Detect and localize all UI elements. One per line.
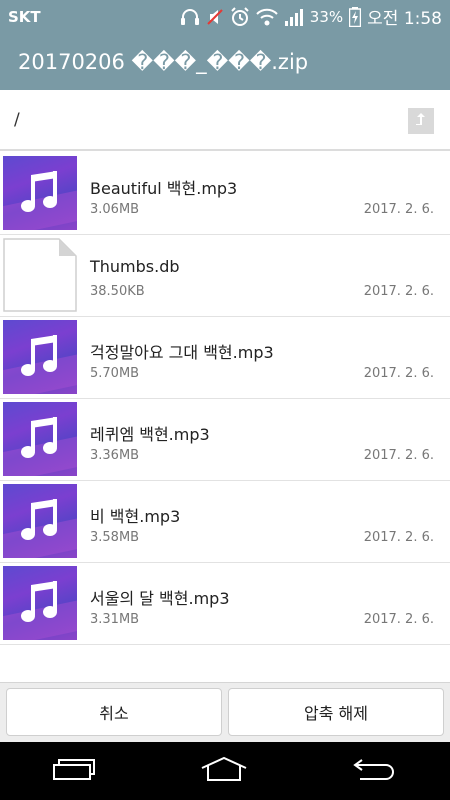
headset-icon [180,8,200,26]
extract-button[interactable]: 압축 해제 [228,688,444,736]
music-file-icon [3,402,77,476]
list-item[interactable]: Beautiful 백현.mp3 3.06MB 2017. 2. 6. [0,153,450,235]
file-name: 서울의 달 백현.mp3 [90,589,230,608]
status-icons: 33% 오전 1:58 [180,4,442,29]
carrier-label: SKT [8,7,41,26]
page-title: 20170206 ���_���.zip [18,49,309,74]
clock: 오전 1:58 [367,9,442,29]
music-file-icon [3,320,77,394]
file-date: 2017. 2. 6. [363,530,434,545]
recent-apps-icon[interactable] [52,757,96,785]
signal-icon [284,7,304,27]
status-bar: SKT 33% 오전 1:58 [0,0,450,33]
list-item[interactable]: 비 백현.mp3 3.58MB 2017. 2. 6. [0,481,450,563]
file-name: 비 백현.mp3 [90,507,181,526]
home-icon[interactable] [200,756,248,786]
path-bar: / [0,90,450,151]
music-file-icon [3,156,77,230]
action-bar: 취소 압축 해제 [0,682,450,743]
battery-percent: 33% [309,7,344,26]
alarm-icon [230,6,250,27]
list-item[interactable]: 레퀴엠 백현.mp3 3.36MB 2017. 2. 6. [0,399,450,481]
file-name: 레퀴엠 백현.mp3 [90,425,210,444]
file-date: 2017. 2. 6. [363,612,434,627]
file-size: 3.36MB [90,448,140,463]
document-file-icon [3,238,77,312]
file-size: 3.58MB [90,530,140,545]
file-size: 38.50KB [90,284,145,299]
list-item[interactable]: 서울의 달 백현.mp3 3.31MB 2017. 2. 6. [0,563,450,645]
file-name: Beautiful 백현.mp3 [90,179,238,198]
navigation-bar [0,742,450,800]
list-item[interactable]: Thumbs.db 38.50KB 2017. 2. 6. [0,235,450,317]
back-icon[interactable] [352,756,398,786]
file-size: 3.31MB [90,612,140,627]
music-file-icon [3,566,77,640]
file-name: Thumbs.db [90,257,180,276]
file-size: 3.06MB [90,202,140,217]
file-date: 2017. 2. 6. [363,448,434,463]
file-date: 2017. 2. 6. [363,366,434,381]
current-path: / [14,109,20,130]
file-name: 걱정말아요 그대 백현.mp3 [90,343,274,362]
wifi-icon [256,8,278,26]
music-file-icon [3,484,77,558]
list-item[interactable]: 걱정말아요 그대 백현.mp3 5.70MB 2017. 2. 6. [0,317,450,399]
battery-charging-icon [349,6,362,27]
cancel-button[interactable]: 취소 [6,688,222,736]
up-folder-button[interactable] [408,108,434,134]
file-list: Beautiful 백현.mp3 3.06MB 2017. 2. 6. Thum… [0,153,450,645]
mute-icon [206,8,224,26]
file-date: 2017. 2. 6. [363,202,434,217]
up-folder-icon [413,111,429,131]
file-size: 5.70MB [90,366,140,381]
app-bar: 20170206 ���_���.zip [0,33,450,90]
file-date: 2017. 2. 6. [363,284,434,299]
